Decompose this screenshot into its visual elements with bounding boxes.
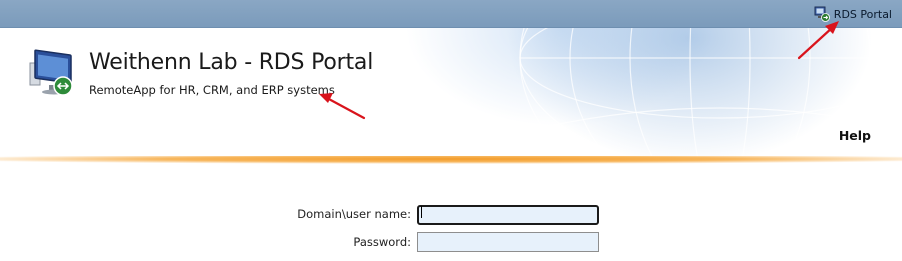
rds-portal-link-label[interactable]: RDS Portal — [834, 8, 892, 21]
remote-desktop-icon — [814, 6, 830, 22]
globe-background-graphic — [519, 28, 902, 156]
rds-portal-link[interactable]: RDS Portal — [814, 5, 892, 23]
username-label: Domain\user name: — [297, 206, 411, 221]
remote-desktop-computer-icon — [29, 49, 73, 96]
orange-divider — [0, 156, 902, 166]
password-label: Password: — [353, 235, 411, 249]
username-row: Domain\user name: — [217, 203, 599, 225]
username-field-wrapper — [417, 203, 599, 225]
top-bar: RDS Portal — [0, 0, 902, 28]
password-field[interactable] — [417, 232, 599, 252]
password-row: Password: — [217, 232, 599, 252]
header-banner: Weithenn Lab - RDS Portal RemoteApp for … — [0, 28, 902, 156]
username-field[interactable] — [417, 204, 599, 225]
page-title: Weithenn Lab - RDS Portal — [89, 50, 374, 75]
text-caret — [421, 206, 422, 218]
help-link[interactable]: Help — [839, 128, 871, 143]
page-subtitle: RemoteApp for HR, CRM, and ERP systems — [89, 83, 335, 97]
